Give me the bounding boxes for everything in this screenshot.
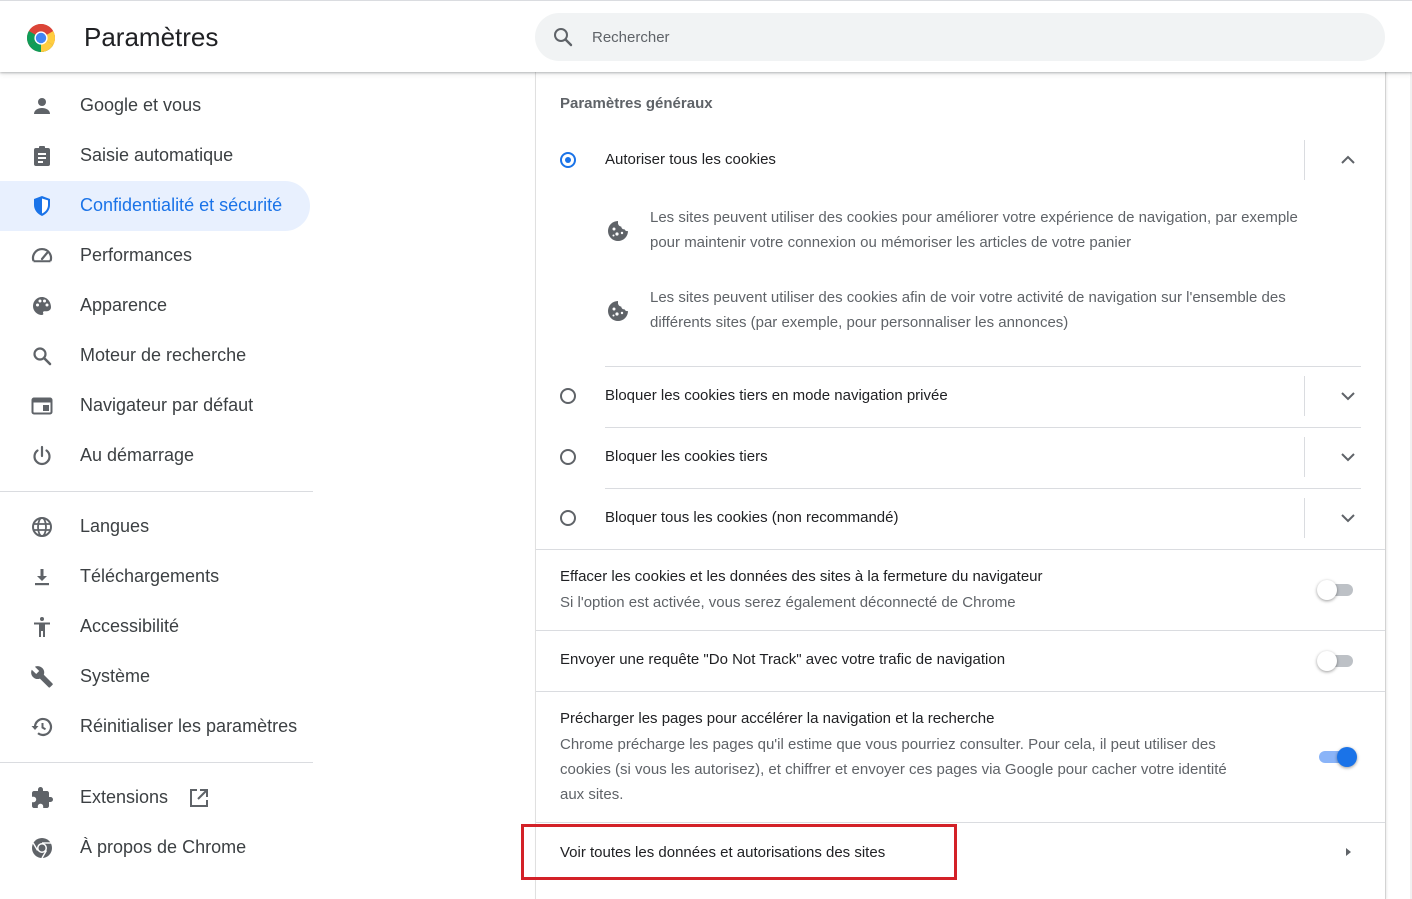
radio-allow-all-cookies[interactable] — [560, 152, 576, 168]
clear-on-exit-toggle[interactable] — [1317, 580, 1357, 600]
puzzle-icon — [32, 787, 53, 808]
sidebar-item-google-et-vous[interactable]: Google et vous — [0, 81, 310, 131]
palette-icon — [33, 297, 51, 315]
separator — [605, 427, 1361, 428]
sidebar-item-label: Téléchargements — [80, 566, 220, 586]
radio-block-third-party[interactable] — [560, 449, 576, 465]
separator — [1304, 498, 1305, 538]
sidebar-item-label: Google et vous — [80, 95, 202, 115]
highlight-annotation-box — [521, 824, 957, 880]
separator — [536, 549, 1385, 550]
sidebar-item-performances[interactable]: Performances — [0, 231, 310, 281]
sidebar-item-label: Navigateur par défaut — [80, 395, 254, 415]
sidebar-item-label: Langues — [80, 516, 150, 536]
separator — [1304, 140, 1305, 180]
sidebar-item-apparence[interactable]: Apparence — [0, 281, 310, 331]
speedometer-icon — [31, 247, 53, 263]
do-not-track-toggle[interactable] — [1317, 651, 1357, 671]
sidebar-item-label: Saisie automatique — [80, 145, 234, 165]
shield-icon — [34, 196, 50, 216]
wrench-icon — [31, 666, 53, 688]
clear-on-exit-label: Effacer les cookies et les données des s… — [560, 568, 1043, 585]
separator — [536, 630, 1385, 631]
search-bar[interactable] — [535, 13, 1385, 61]
sidebar-item-accessibilite[interactable]: Accessibilité — [0, 602, 310, 652]
globe-icon — [32, 517, 52, 537]
sidebar-item-label: Apparence — [80, 295, 168, 315]
person-icon — [34, 98, 50, 114]
search-icon — [33, 347, 52, 366]
sidebar-item-label: Moteur de recherche — [80, 345, 247, 365]
chrome-icon — [32, 838, 52, 859]
separator — [536, 691, 1385, 692]
sidebar-item-au-demarrage[interactable]: Au démarrage — [0, 431, 310, 481]
separator — [605, 366, 1361, 367]
history-icon — [31, 717, 53, 737]
preload-pages-description: Chrome précharge les pages qu'il estime … — [560, 736, 1227, 803]
option-label: Bloquer les cookies tiers en mode naviga… — [605, 387, 948, 404]
sidebar-item-label: À propos de Chrome — [80, 837, 247, 857]
sidebar-item-navigateur-par-defaut[interactable]: Navigateur par défaut — [0, 381, 310, 431]
sidebar-item-label: Réinitialiser les paramètres — [80, 716, 298, 736]
sidebar-item-langues[interactable]: Langues — [0, 502, 310, 552]
open-in-new-icon[interactable] — [188, 787, 210, 809]
option-label: Bloquer les cookies tiers — [605, 448, 768, 465]
cookie-detail-text: Les sites peuvent utiliser des cookies p… — [650, 209, 1298, 251]
sidebar-divider — [0, 762, 313, 763]
preload-pages-label: Précharger les pages pour accélérer la n… — [560, 710, 995, 727]
preload-pages-toggle[interactable] — [1317, 747, 1357, 767]
radio-block-third-party-incognito[interactable] — [560, 388, 576, 404]
settings-card: Paramètres généraux Autoriser tous les c… — [535, 71, 1386, 899]
do-not-track-label: Envoyer une requête "Do Not Track" avec … — [560, 651, 1006, 668]
sidebar-item-label: Confidentialité et sécurité — [80, 195, 283, 215]
sidebar-item-reinitialiser[interactable]: Réinitialiser les paramètres — [0, 702, 310, 752]
search-input[interactable] — [592, 13, 1352, 61]
sidebar-item-label: Extensions — [80, 787, 169, 807]
sidebar-item-extensions[interactable]: Extensions — [0, 773, 310, 823]
sidebar-item-saisie-automatique[interactable]: Saisie automatique — [0, 131, 310, 181]
section-title: Paramètres généraux — [560, 95, 713, 112]
separator — [1304, 376, 1305, 416]
chrome-logo-icon — [27, 24, 55, 52]
sidebar-item-label: Au démarrage — [80, 445, 195, 465]
option-label: Autoriser tous les cookies — [605, 151, 776, 168]
sidebar-item-systeme[interactable]: Système — [0, 652, 310, 702]
sidebar-item-a-propos[interactable]: À propos de Chrome — [0, 823, 310, 873]
sidebar-divider — [0, 491, 313, 492]
accessibility-icon — [34, 617, 50, 637]
cookie-icon — [608, 221, 628, 241]
radio-block-all-cookies[interactable] — [560, 510, 576, 526]
clipboard-icon — [34, 146, 50, 166]
sidebar-nav: Google et vous Saisie automatique Confid… — [0, 71, 320, 899]
cookie-icon — [608, 301, 628, 321]
search-icon — [554, 28, 573, 47]
sidebar-item-confidentialite[interactable]: Confidentialité et sécurité — [0, 181, 310, 231]
sidebar-item-telechargements[interactable]: Téléchargements — [0, 552, 310, 602]
sidebar-item-label: Performances — [80, 245, 193, 265]
sidebar-item-label: Accessibilité — [80, 616, 180, 636]
power-icon — [33, 445, 51, 466]
page-title: Paramètres — [84, 22, 219, 52]
chevron-down-icon[interactable] — [1334, 382, 1362, 410]
chevron-down-icon[interactable] — [1334, 443, 1362, 471]
cookie-detail-text: Les sites peuvent utiliser des cookies a… — [650, 289, 1286, 331]
sidebar-item-moteur-de-recherche[interactable]: Moteur de recherche — [0, 331, 310, 381]
chevron-down-icon[interactable] — [1334, 504, 1362, 532]
option-label: Bloquer tous les cookies (non recommandé… — [605, 509, 899, 526]
arrow-right-icon — [1346, 848, 1351, 856]
separator — [1304, 437, 1305, 477]
separator — [605, 488, 1361, 489]
clear-on-exit-subtitle: Si l'option est activée, vous serez égal… — [560, 594, 1016, 611]
chevron-up-icon[interactable] — [1334, 146, 1362, 174]
download-icon — [35, 569, 49, 586]
browser-window-icon — [31, 397, 53, 415]
top-toolbar: Paramètres — [0, 0, 1412, 72]
sidebar-item-label: Système — [80, 666, 151, 686]
